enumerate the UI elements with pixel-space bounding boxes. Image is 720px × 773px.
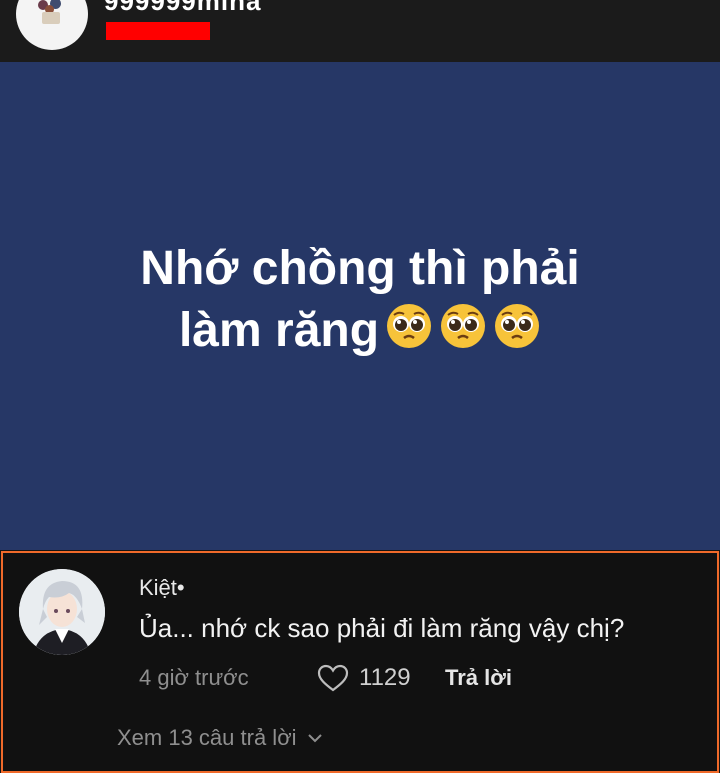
chevron-down-icon (307, 734, 322, 743)
poster-username[interactable]: 999999mina (104, 0, 261, 17)
poster-avatar[interactable] (16, 0, 88, 50)
post-line-2-wrap: làm răng (140, 300, 579, 362)
view-replies-label: Xem 13 câu trả lời (117, 725, 297, 750)
anime-avatar-icon (19, 569, 105, 655)
commenter-name[interactable]: Kiệt• (139, 575, 185, 601)
redaction-bar (106, 22, 210, 40)
text-post: Nhớ chồng thì phải làm răng (0, 62, 720, 550)
post-content: Nhớ chồng thì phải làm răng (140, 238, 579, 363)
post-line-1: Nhớ chồng thì phải (140, 241, 580, 295)
vase-decor (42, 12, 60, 24)
reply-button[interactable]: Trả lời (445, 665, 512, 691)
pleading-face-icon (495, 304, 540, 348)
comment-text: Ủa... nhớ ck sao phải đi làm răng vậy ch… (139, 613, 625, 643)
view-replies-button[interactable]: Xem 13 câu trả lời (117, 725, 323, 751)
like-button[interactable]: 1129 (317, 664, 445, 692)
comment-meta: 4 giờ trước 1129 Trả lời (139, 663, 512, 693)
pleading-face-icon (387, 304, 432, 348)
comment-item: Kiệt• Ủa... nhớ ck sao phải đi làm răng … (1, 551, 719, 773)
post-header: 999999mina (0, 0, 720, 62)
heart-icon (317, 664, 349, 692)
pleading-face-icon (441, 304, 486, 348)
commenter-avatar[interactable] (19, 569, 105, 655)
comment-timestamp: 4 giờ trước (139, 665, 249, 690)
post-line-2: làm răng (178, 304, 380, 357)
like-count: 1129 (359, 664, 411, 691)
